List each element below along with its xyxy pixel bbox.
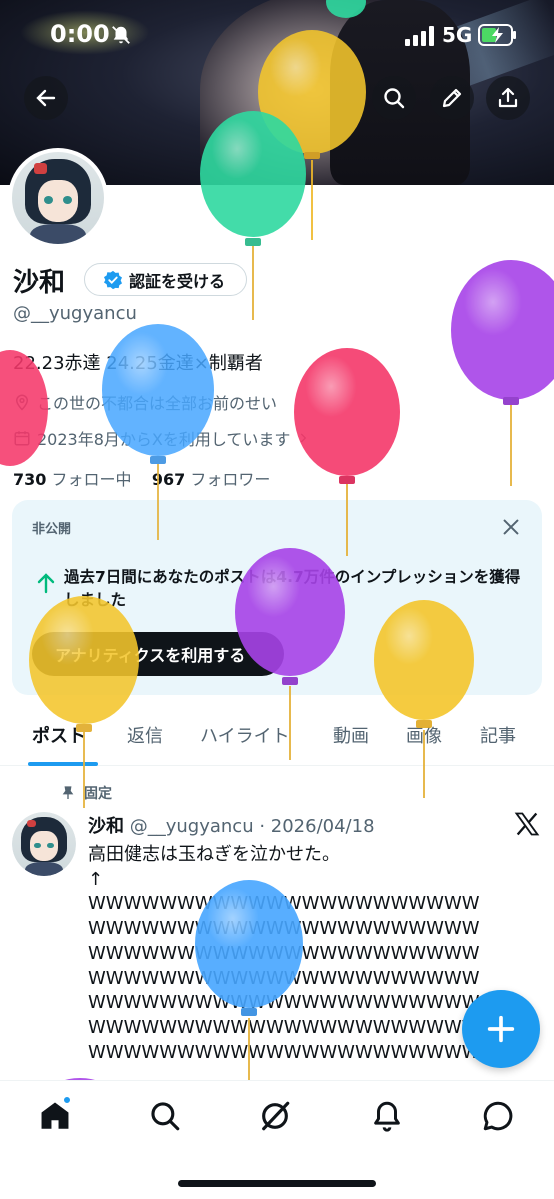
profile-location: この世の不都合は全部お前のせい (13, 390, 277, 414)
status-bar: 0:00 5G (0, 0, 554, 72)
joined-text: 2023年8月からXを利用しています (37, 430, 291, 449)
close-icon[interactable] (500, 516, 522, 538)
balloon-purple-right (451, 260, 554, 486)
tab-highlights[interactable]: ハイライト (200, 722, 290, 748)
pin-icon (62, 786, 74, 799)
followers-label: フォロワー (190, 470, 271, 489)
location-pin-icon (15, 394, 29, 411)
followers-link[interactable]: 967 フォロワー (152, 470, 271, 489)
tab-replies[interactable]: 返信 (127, 722, 163, 748)
analytics-card: 非公開 過去7日間にあなたのポストは4.7万件のインプレッションを獲得しました … (12, 500, 542, 695)
avatar-image (12, 812, 76, 876)
battery-charging-icon (478, 24, 516, 46)
verify-button[interactable]: 認証を受ける (84, 263, 247, 296)
tab-images[interactable]: 画像 (406, 722, 442, 748)
x-logo-icon (514, 812, 540, 836)
post-line: WWWWWWWWWWWWWWWWWWWWWW (88, 942, 480, 964)
bell-icon[interactable] (370, 1099, 404, 1133)
private-label: 非公開 (32, 522, 72, 537)
post-line: 高田健志は玉ねぎを泣かせた。 (88, 844, 340, 865)
post-avatar[interactable] (12, 812, 76, 876)
notification-dot (62, 1095, 72, 1105)
location-text: この世の不都合は全部お前のせい (37, 394, 278, 413)
pencil-icon (442, 88, 462, 108)
post-line: WWWWWWWWWWWWWWWWWWWWWW (88, 918, 480, 940)
post-header: 沙和 @__yugyancu · 2026/04/18 (88, 812, 375, 838)
following-label: フォロー中 (51, 470, 132, 489)
pinned-indicator: 固定 (60, 783, 112, 803)
tab-posts[interactable]: ポスト (32, 722, 86, 748)
home-indicator (178, 1180, 376, 1187)
follow-stats: 730 フォロー中 967 フォロワー (13, 466, 270, 490)
share-icon (498, 87, 518, 108)
bell-mute-icon (112, 26, 130, 44)
chevron-right-icon[interactable] (296, 431, 310, 445)
following-count: 730 (13, 470, 47, 489)
signal-icon (405, 26, 434, 46)
back-button[interactable] (24, 76, 68, 120)
post-line: WWWWWWWWWWWWWWWWWWWWWW (88, 893, 480, 915)
messages-icon[interactable] (481, 1099, 515, 1133)
status-time: 0:00 (50, 20, 110, 48)
avatar-image (12, 152, 104, 244)
following-link[interactable]: 730 フォロー中 (13, 470, 132, 489)
profile-bio: 22.23赤達 24.25金達×制覇者 (13, 353, 263, 374)
compose-button[interactable] (462, 990, 540, 1068)
profile-handle: @__yugyancu (13, 303, 137, 324)
post-line: ↑ (88, 868, 104, 890)
grok-icon[interactable] (258, 1099, 292, 1133)
post-line: WWWWWWWWWWWWWWWWWWWWWW (88, 967, 480, 989)
plus-icon (487, 1015, 515, 1043)
verify-button-label: 認証を受ける (129, 271, 226, 291)
search-icon[interactable] (148, 1099, 182, 1133)
network-type: 5G (442, 23, 473, 47)
search-button[interactable] (372, 76, 416, 120)
profile-tabs: ポスト 返信 ハイライト 動画 画像 記事 (0, 710, 554, 766)
edit-button[interactable] (430, 76, 474, 120)
analytics-message: 過去7日間にあなたのポストは4.7万件のインプレッションを獲得しました (64, 568, 521, 609)
search-icon (384, 88, 405, 109)
profile-joined: 2023年8月からXを利用しています (13, 426, 310, 450)
arrow-left-icon (36, 89, 56, 107)
analytics-button[interactable]: アナリティクスを利用する (32, 632, 284, 676)
tab-videos[interactable]: 動画 (333, 722, 369, 748)
post-author[interactable]: 沙和 (88, 816, 124, 837)
post-handle-date: @__yugyancu · 2026/04/18 (129, 816, 375, 837)
pinned-label: 固定 (84, 786, 112, 802)
calendar-icon (14, 431, 30, 446)
verified-badge-icon (104, 270, 122, 289)
tab-articles[interactable]: 記事 (480, 722, 516, 748)
arrow-up-icon (37, 573, 55, 594)
followers-count: 967 (151, 470, 186, 489)
tab-active-indicator (28, 762, 98, 766)
profile-name: 沙和 (13, 268, 66, 298)
profile-avatar[interactable] (8, 148, 108, 248)
share-button[interactable] (486, 76, 530, 120)
